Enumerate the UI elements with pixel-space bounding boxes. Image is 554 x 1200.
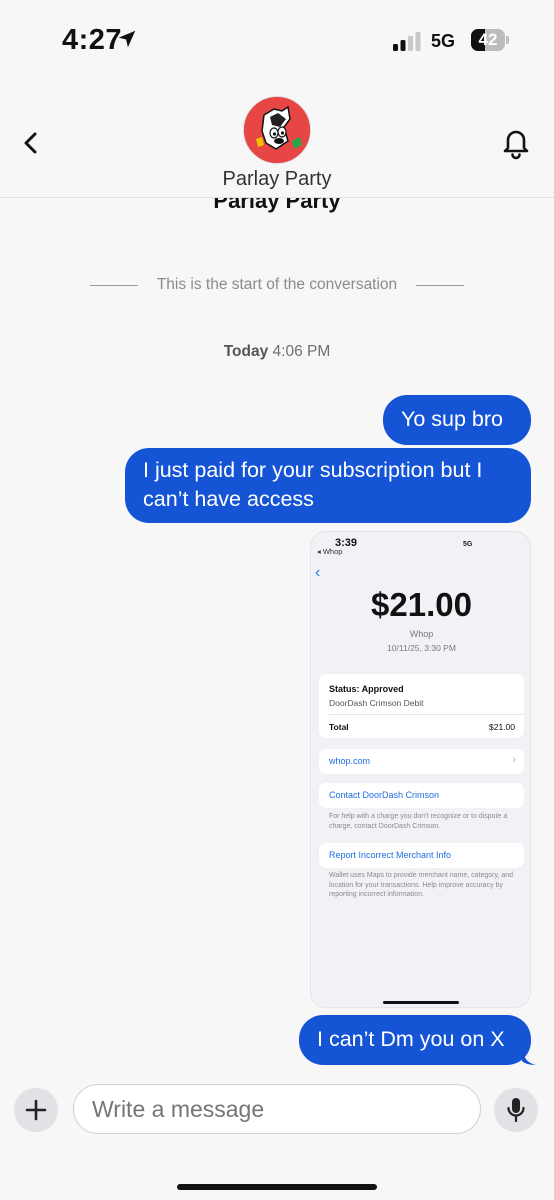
merchant-site-link: whop.com: [329, 756, 371, 766]
report-link: Report Incorrect Merchant Info: [329, 850, 452, 860]
cellular-signal-icon: [393, 32, 421, 51]
report-card: Report Incorrect Merchant Info: [319, 843, 524, 868]
total-label: Total: [329, 722, 349, 732]
contact-card: Contact DoorDash Crimson: [319, 783, 524, 808]
bell-icon[interactable]: [498, 124, 534, 160]
transaction-details-card: Status: Approved DoorDash Crimson Debit …: [319, 674, 524, 738]
contact-note: For help with a charge you don’t recogni…: [329, 813, 508, 830]
battery-level: 42: [478, 30, 498, 49]
plus-icon[interactable]: [14, 1088, 58, 1132]
chevron-left-icon[interactable]: [14, 126, 48, 160]
day-label: Today: [223, 343, 269, 360]
home-indicator: [177, 1184, 377, 1190]
message-input[interactable]: [73, 1084, 481, 1134]
chat-header: Parlay Party: [0, 80, 554, 198]
transaction-datetime: 10/11/25, 3:30 PM: [387, 643, 456, 653]
network-label: 5G: [431, 31, 456, 51]
conversation-start-text: This is the start of the conversation: [152, 276, 402, 293]
attachment-app-label: ◂ Whop: [317, 547, 343, 556]
battery-indicator: 42: [471, 29, 509, 51]
time-label: 4:06 PM: [272, 343, 331, 360]
message-composer: [0, 1080, 554, 1200]
message-bubble[interactable]: I can’t Dm you on X: [299, 1015, 531, 1065]
status-bar: 4:27 5G 42: [0, 0, 554, 80]
status-time: 4:27: [62, 24, 123, 56]
bubble-tail: [522, 1049, 536, 1065]
payment-method: DoorDash Crimson Debit: [329, 698, 424, 708]
transaction-amount: $21.00: [371, 586, 472, 623]
conversation-start-divider: This is the start of the conversation: [90, 276, 464, 294]
image-attachment[interactable]: 3:39 ◂ Whop 5G ‹ $21.00 Whop 10/11/25, 3…: [310, 531, 531, 1008]
chat-title: Parlay Party: [222, 168, 332, 190]
transaction-merchant: Whop: [409, 629, 434, 639]
transaction-status: Status: Approved: [329, 684, 404, 694]
attachment-network: 5G: [463, 541, 473, 548]
contact-link: Contact DoorDash Crimson: [329, 790, 440, 800]
attachment-back-icon: ‹: [315, 564, 321, 581]
total-value: $21.00: [489, 722, 515, 732]
day-timestamp: Today 4:06 PM: [0, 343, 554, 361]
microphone-icon[interactable]: [494, 1088, 538, 1132]
message-bubble[interactable]: Yo sup bro: [383, 395, 531, 445]
merchant-site-card: whop.com ›: [319, 749, 524, 774]
goofy-avatar-icon[interactable]: [243, 96, 311, 164]
message-bubble[interactable]: I just paid for your subscription but I …: [125, 448, 531, 523]
attachment-home-indicator: [383, 1001, 459, 1004]
report-note: Wallet uses Maps to provide merchant nam…: [329, 872, 514, 898]
location-arrow-icon: [118, 30, 136, 48]
chevron-right-icon: ›: [512, 754, 516, 766]
